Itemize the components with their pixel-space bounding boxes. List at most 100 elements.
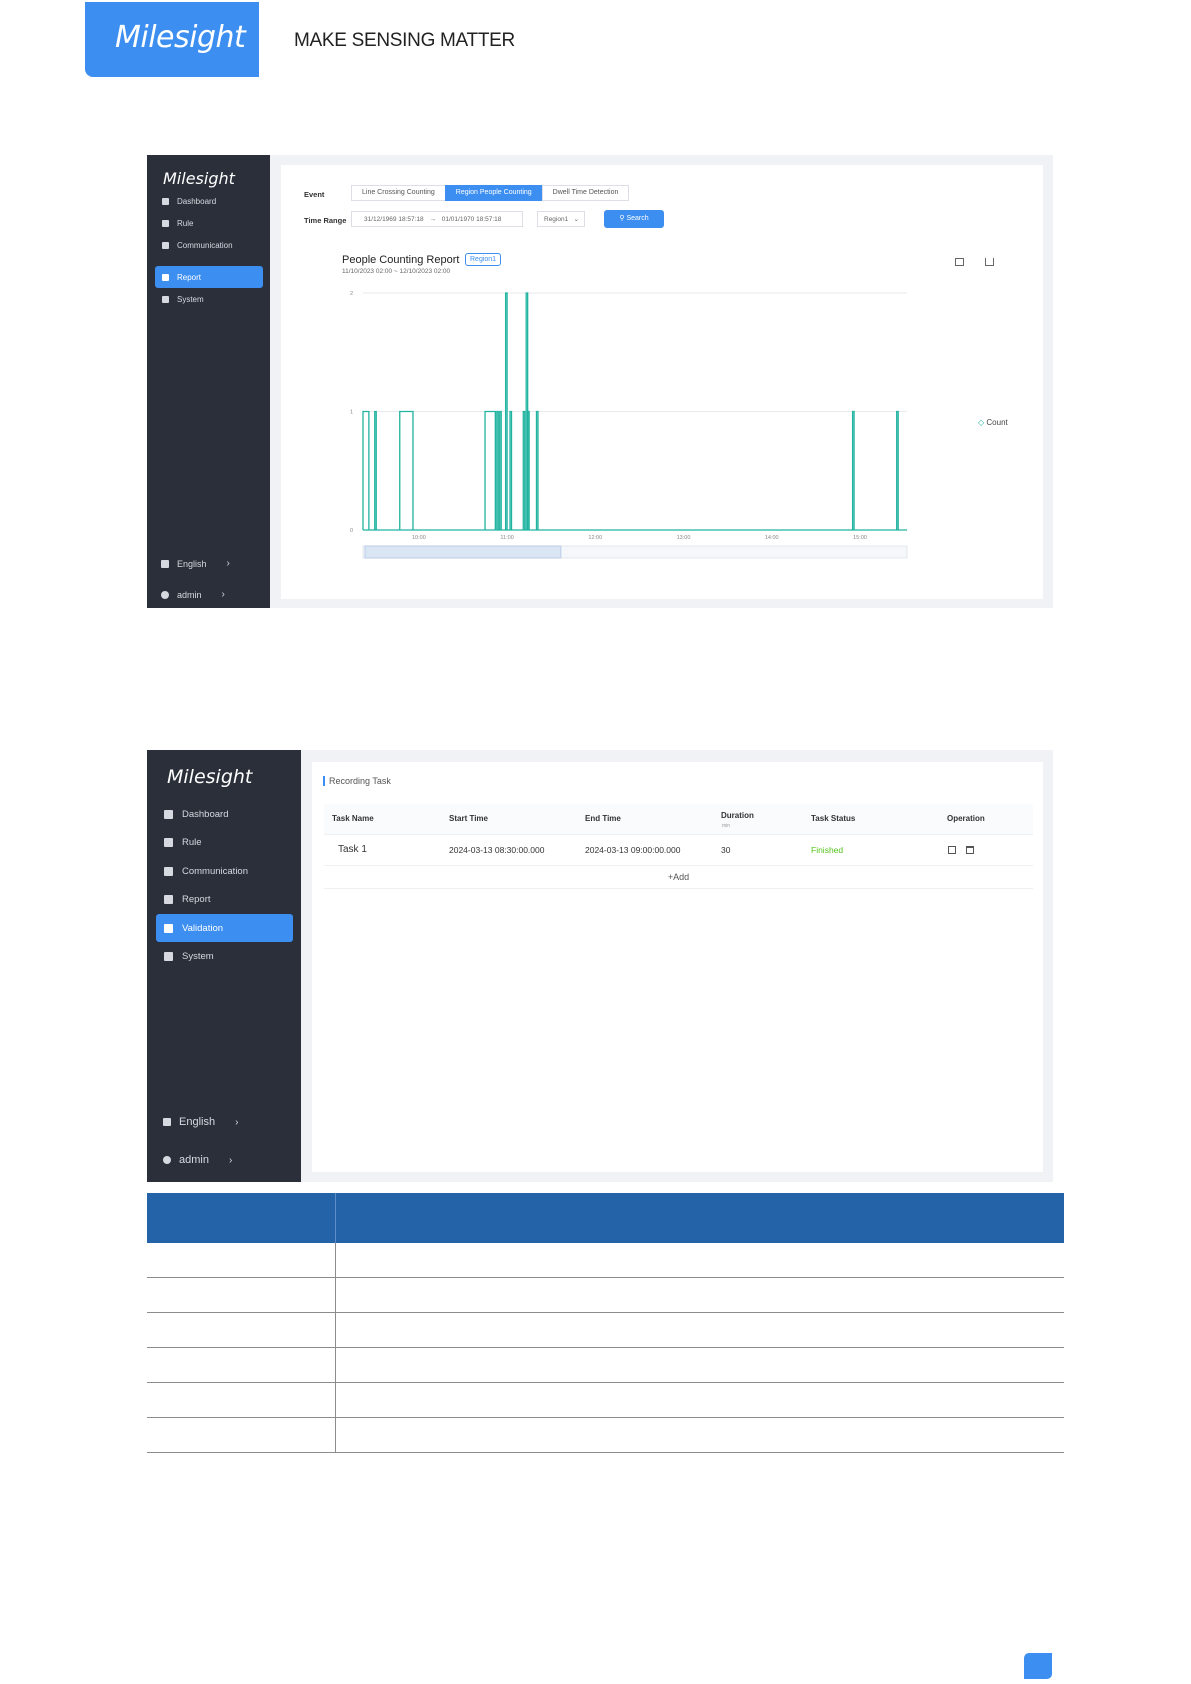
x-tick-label: 11:00 (500, 535, 513, 541)
column-header-task-name: Task Name (332, 814, 374, 823)
user-label: admin (179, 1154, 209, 1166)
count-series-pulse (509, 410, 513, 530)
communication-icon (162, 241, 169, 249)
document-table-header-cell (147, 1193, 336, 1243)
validation-icon (164, 923, 173, 933)
validation-panel: Recording Task Task Name Start Time End … (312, 762, 1043, 1172)
table-row (147, 1312, 1064, 1348)
chart-legend[interactable]: ◇ Count (978, 418, 1008, 427)
table-cell (335, 1277, 1064, 1313)
table-cell (147, 1243, 336, 1278)
column-header-end-time: End Time (585, 814, 621, 823)
user-menu[interactable]: admin › (163, 1154, 232, 1166)
report-icon (164, 894, 173, 904)
dashboard-icon (164, 809, 173, 819)
table-cell (335, 1382, 1064, 1418)
sidebar-item-label: System (182, 950, 214, 962)
sidebar-item-label: Communication (177, 240, 233, 250)
x-tick-label: 13:00 (677, 535, 691, 541)
table-cell (147, 1312, 336, 1348)
count-series-pulse (496, 410, 499, 530)
user-menu[interactable]: admin › (161, 589, 225, 600)
chevron-right-icon: › (235, 1116, 239, 1128)
count-series-pulse (522, 410, 526, 530)
count-series-pulse (399, 410, 414, 530)
chevron-right-icon: › (228, 1154, 233, 1166)
table-row (147, 1277, 1064, 1313)
report-panel: Event Line Crossing Counting Region Peop… (281, 165, 1043, 599)
x-tick-label: 12:00 (588, 535, 602, 541)
sidebar-item-dashboard[interactable]: Dashboard (156, 800, 293, 828)
brand-logo-text: Milesight (115, 20, 246, 55)
language-icon (161, 559, 169, 568)
page-corner-mark (1024, 1653, 1052, 1679)
rule-icon (164, 837, 173, 847)
task-duration: 30 (721, 845, 731, 855)
sidebar-item-validation[interactable]: Validation (156, 914, 293, 942)
sidebar-item-rule[interactable]: Rule (156, 828, 293, 856)
zoom-slider-window (364, 545, 562, 559)
table-cell (335, 1347, 1064, 1383)
gear-icon (164, 951, 173, 961)
sidebar-item-label: Communication (182, 865, 248, 877)
y-tick-label: 2 (350, 291, 353, 297)
sidebar-item-label: Rule (182, 836, 202, 848)
page-tagline: MAKE SENSING MATTER (294, 30, 515, 51)
table-cell (147, 1347, 336, 1383)
language-label: English (179, 1116, 216, 1128)
sidebar-item-label: System (177, 294, 204, 304)
column-header-operation: Operation (947, 814, 985, 823)
user-icon (163, 1156, 171, 1164)
export-icon[interactable] (948, 846, 956, 854)
language-switcher[interactable]: English › (163, 1116, 238, 1128)
table-row[interactable]: Task 1 2024-03-13 08:30:00.000 2024-03-1… (324, 835, 1033, 866)
sidebar-item-system[interactable]: System (155, 288, 263, 310)
task-start-time: 2024-03-13 08:30:00.000 (449, 845, 545, 855)
language-icon (163, 1118, 171, 1126)
table-row (147, 1417, 1064, 1453)
delete-icon[interactable] (966, 846, 974, 854)
document-table (147, 1193, 1064, 1453)
language-label: English (177, 558, 207, 569)
people-count-chart: 0 1 2 10:00 11:00 12:00 13:00 14:00 15:00 (350, 291, 908, 559)
table-row (147, 1382, 1064, 1418)
chevron-right-icon: › (226, 558, 230, 569)
rule-icon (162, 219, 169, 227)
table-cell (147, 1277, 336, 1313)
legend-label: Count (986, 418, 1008, 427)
table-cell (335, 1312, 1064, 1348)
gear-icon (162, 295, 169, 303)
sidebar-item-communication[interactable]: Communication (155, 234, 263, 256)
table-header: Task Name Start Time End Time Duration m… (324, 804, 1033, 835)
sidebar-item-report[interactable]: Report (155, 266, 263, 288)
sidebar: Milesight Dashboard Rule Communication R… (147, 750, 301, 1182)
count-series-pulse (374, 410, 377, 530)
dashboard-icon (162, 197, 169, 205)
task-name: Task 1 (338, 844, 367, 855)
sidebar-item-system[interactable]: System (156, 942, 293, 970)
count-series-pulse (896, 410, 899, 530)
count-series-pulse (535, 410, 539, 530)
language-switcher[interactable]: English › (161, 558, 230, 569)
sidebar-item-report[interactable]: Report (156, 885, 293, 913)
sidebar-item-label: Dashboard (177, 196, 217, 206)
sidebar-logo: Milesight (167, 766, 253, 788)
y-tick-label: 0 (350, 528, 353, 534)
count-series-pulse (362, 410, 370, 530)
table-cell (335, 1243, 1064, 1278)
brand-logo: Milesight (85, 2, 259, 77)
sidebar-item-label: Rule (177, 218, 194, 228)
user-label: admin (177, 589, 202, 600)
sidebar-item-rule[interactable]: Rule (155, 212, 263, 234)
table-cell (147, 1417, 336, 1453)
sidebar-item-communication[interactable]: Communication (156, 857, 293, 885)
sidebar-item-dashboard[interactable]: Dashboard (155, 190, 263, 212)
sidebar-item-label: Dashboard (182, 808, 229, 820)
count-series-pulse (527, 410, 530, 530)
x-tick-label: 14:00 (765, 535, 779, 541)
add-task-button[interactable]: +Add (324, 866, 1033, 889)
sidebar-item-label: Report (182, 893, 211, 905)
user-icon (161, 590, 169, 599)
validation-screenshot: Milesight Dashboard Rule Communication R… (147, 750, 1053, 1182)
section-title: Recording Task (323, 776, 391, 786)
